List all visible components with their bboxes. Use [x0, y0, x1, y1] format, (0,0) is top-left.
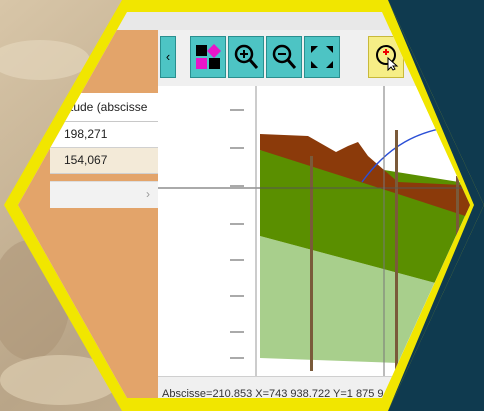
- collapse-panel-button[interactable]: ‹: [160, 36, 176, 78]
- scroll-right-arrow-icon[interactable]: ›: [146, 187, 150, 201]
- zoom-out-icon: [272, 44, 297, 69]
- pick-point-icon: [376, 45, 399, 71]
- table-row[interactable]: 198,271: [50, 122, 158, 148]
- layers-icon: [196, 44, 221, 69]
- zoom-in-button[interactable]: [228, 36, 264, 78]
- fit-extent-icon: [311, 46, 333, 68]
- zoom-out-button[interactable]: [266, 36, 302, 78]
- table-row[interactable]: 154,067: [50, 148, 158, 174]
- table-horizontal-scrollbar[interactable]: ›: [50, 181, 158, 208]
- zoom-in-icon: [234, 44, 259, 69]
- borehole-bar: [395, 130, 398, 371]
- fit-extent-button[interactable]: [304, 36, 340, 78]
- layers-button[interactable]: [190, 36, 226, 78]
